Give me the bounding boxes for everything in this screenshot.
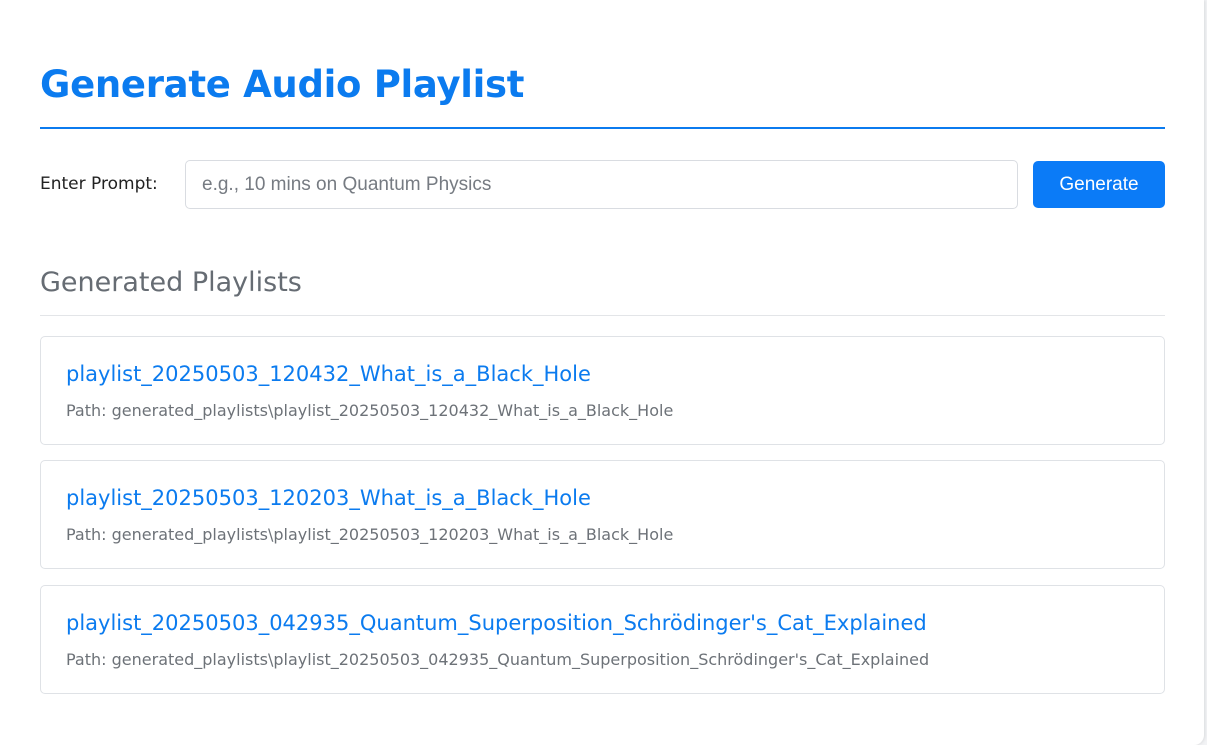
section-divider (40, 315, 1165, 316)
playlist-item: playlist_20250503_120432_What_is_a_Black… (40, 336, 1165, 445)
playlist-item: playlist_20250503_120203_What_is_a_Black… (40, 460, 1165, 569)
playlist-path: Path: generated_playlists\playlist_20250… (66, 650, 930, 669)
playlist-link[interactable]: playlist_20250503_042935_Quantum_Superpo… (66, 609, 927, 637)
playlist-path: Path: generated_playlists\playlist_20250… (66, 401, 674, 420)
prompt-input[interactable] (185, 160, 1018, 209)
generate-button[interactable]: Generate (1033, 161, 1165, 208)
title-divider (40, 127, 1165, 129)
playlist-link[interactable]: playlist_20250503_120203_What_is_a_Black… (66, 484, 591, 512)
playlist-path: Path: generated_playlists\playlist_20250… (66, 525, 674, 544)
playlist-item: playlist_20250503_042935_Quantum_Superpo… (40, 585, 1165, 694)
main-card: Generate Audio Playlist Enter Prompt: Ge… (0, 0, 1204, 745)
section-title-generated-playlists: Generated Playlists (40, 267, 302, 298)
page-title: Generate Audio Playlist (40, 63, 525, 106)
prompt-label: Enter Prompt: (40, 174, 158, 194)
playlist-link[interactable]: playlist_20250503_120432_What_is_a_Black… (66, 360, 591, 388)
